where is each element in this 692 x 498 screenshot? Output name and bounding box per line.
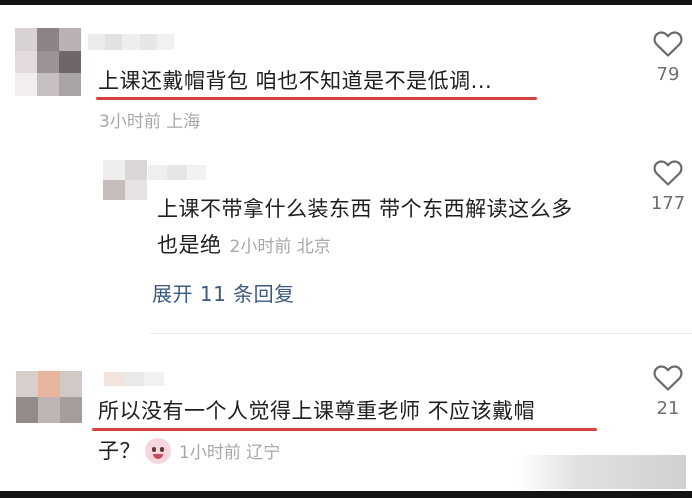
reply-username-blurred[interactable] [148, 165, 206, 180]
avatar-blurred[interactable] [15, 28, 81, 96]
top-dark-edge [0, 0, 692, 5]
username-blurred[interactable] [104, 372, 164, 386]
comment-3-like[interactable]: 21 [640, 364, 692, 419]
comment-3-meta: 1小时前 辽宁 [179, 443, 280, 463]
comment-1-like-count: 79 [656, 64, 680, 85]
comment-3-text-line-2-text: 子？ [98, 439, 141, 463]
reply-like[interactable]: 177 [640, 159, 692, 214]
username-blurred[interactable] [88, 34, 174, 50]
comment-3-text-line-1: 所以没有一个人觉得上课尊重老师 不应该戴帽 [98, 399, 536, 423]
watermark-blur [516, 455, 686, 489]
comment-3-time: 1小时前 [179, 443, 241, 463]
reply-time: 2小时前 [229, 237, 292, 257]
reply-text-line-2-text: 也是绝 [157, 233, 222, 257]
bottom-dark-edge [0, 491, 692, 498]
crying-face-emoji-icon [145, 438, 171, 464]
comment-1-highlight-underline [96, 97, 537, 100]
comment-1-text: 上课还戴帽背包 咱也不知道是不是低调... [98, 69, 493, 93]
comment-1-location: 上海 [166, 112, 201, 132]
comment-1-like[interactable]: 79 [640, 30, 692, 85]
reply-avatar-blurred[interactable] [103, 160, 147, 200]
reply-meta: 2小时前 北京 [230, 237, 331, 257]
comment-1-time: 3小时前 [99, 112, 161, 132]
reply-text-line-2: 也是绝 2小时前 北京 [157, 228, 331, 262]
expand-replies-link[interactable]: 展开 11 条回复 [152, 278, 295, 307]
heart-outline-icon[interactable] [653, 364, 683, 392]
comment-3-like-count: 21 [656, 398, 680, 419]
avatar-blurred[interactable] [16, 371, 82, 423]
reply-like-count: 177 [650, 193, 686, 214]
reply-text-line-1: 上课不带拿什么装东西 带个东西解读这么多 [157, 197, 573, 221]
comment-1-meta: 3小时前 上海 [99, 107, 200, 132]
comment-3-text-line-2: 子？ 1小时前 辽宁 [98, 434, 280, 468]
comment-divider [150, 333, 692, 334]
comment-3-highlight-underline [92, 428, 597, 431]
heart-outline-icon[interactable] [653, 159, 683, 187]
comment-3-location: 辽宁 [246, 443, 281, 463]
heart-outline-icon[interactable] [653, 30, 683, 58]
reply-location: 北京 [296, 237, 331, 257]
